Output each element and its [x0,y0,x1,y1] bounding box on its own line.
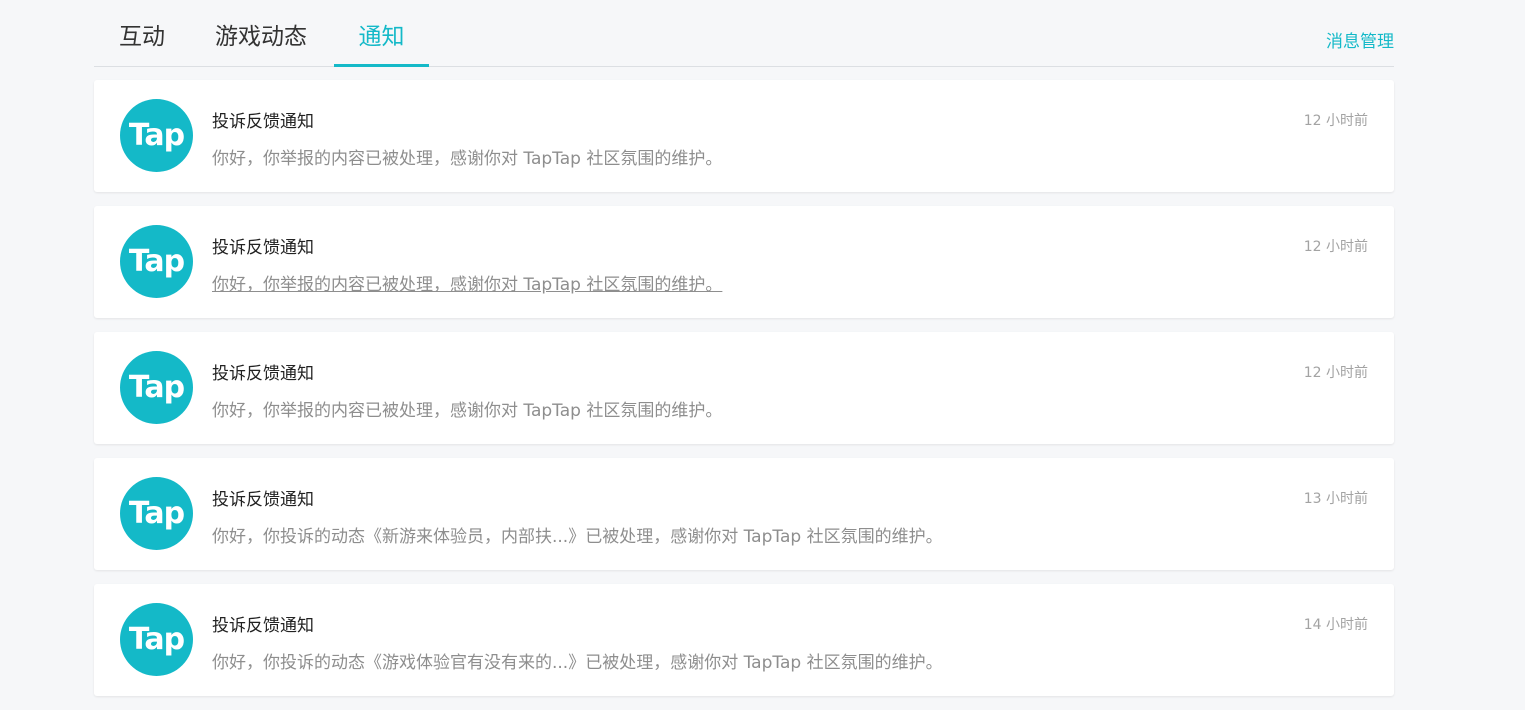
notification-body: 你好，你举报的内容已被处理，感谢你对 TapTap 社区氛围的维护。 [212,401,723,421]
taptap-avatar[interactable]: Tap [120,99,193,172]
notification-time: 12 小时前 [1303,365,1368,381]
notification-title: 投诉反馈通知 [212,364,314,384]
list-item[interactable]: Tap 投诉反馈通知 你好，你投诉的动态《游戏体验官有没有来的...》已被处理，… [94,584,1394,696]
notification-body: 你好，你举报的内容已被处理，感谢你对 TapTap 社区氛围的维护。 [212,149,723,169]
notification-time: 12 小时前 [1303,239,1368,255]
notification-body: 你好，你投诉的动态《新游来体验员，内部扶...》已被处理，感谢你对 TapTap… [212,527,943,547]
notification-list: Tap 投诉反馈通知 你好，你举报的内容已被处理，感谢你对 TapTap 社区氛… [94,80,1394,710]
list-item[interactable]: Tap 投诉反馈通知 你好，你投诉的动态《新游来体验员，内部扶...》已被处理，… [94,458,1394,570]
notification-time: 13 小时前 [1303,491,1368,507]
message-management-link[interactable]: 消息管理 [1326,27,1394,52]
active-tab-indicator [334,64,429,67]
list-item[interactable]: Tap 投诉反馈通知 你好，你举报的内容已被处理，感谢你对 TapTap 社区氛… [94,206,1394,318]
taptap-avatar[interactable]: Tap [120,477,193,550]
notification-body[interactable]: 你好，你举报的内容已被处理，感谢你对 TapTap 社区氛围的维护。 [212,270,722,295]
taptap-avatar[interactable]: Tap [120,351,193,424]
notification-title: 投诉反馈通知 [212,616,314,636]
tab-game-updates[interactable]: 游戏动态 [215,0,307,66]
list-item[interactable]: Tap 投诉反馈通知 你好，你举报的内容已被处理，感谢你对 TapTap 社区氛… [94,80,1394,192]
taptap-avatar[interactable]: Tap [120,225,193,298]
taptap-avatar[interactable]: Tap [120,603,193,676]
tab-bar: 互动 游戏动态 通知 消息管理 [94,0,1394,67]
list-item[interactable]: Tap 投诉反馈通知 你好，你举报的内容已被处理，感谢你对 TapTap 社区氛… [94,332,1394,444]
notification-body: 你好，你投诉的动态《游戏体验官有没有来的...》已被处理，感谢你对 TapTap… [212,653,943,673]
notification-title: 投诉反馈通知 [212,490,314,510]
notification-time: 14 小时前 [1303,617,1368,633]
page-container: 互动 游戏动态 通知 消息管理 Tap 投诉反馈通知 你好，你举报的内容已被处理… [94,0,1394,696]
notification-title: 投诉反馈通知 [212,112,314,132]
notification-title: 投诉反馈通知 [212,238,314,258]
notification-time: 12 小时前 [1303,113,1368,129]
tab-interaction[interactable]: 互动 [118,0,166,66]
tab-notifications[interactable]: 通知 [334,0,429,66]
